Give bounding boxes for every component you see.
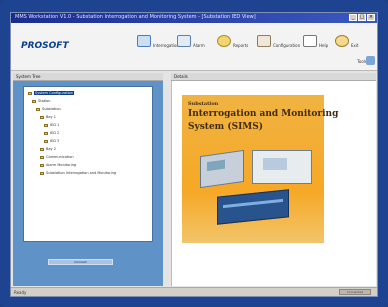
right-panel: Substation Interrogation and Monitoring … bbox=[171, 81, 376, 286]
folder-icon bbox=[40, 163, 44, 167]
tree-item-label: IED 2 bbox=[50, 131, 60, 135]
ied-device-image bbox=[200, 149, 244, 189]
sims-poster: Substation Interrogation and Monitoring … bbox=[182, 95, 338, 243]
toolbar-item-alarm[interactable]: Alarm bbox=[177, 35, 205, 48]
title-bar: MMS Workstation V1.0 - Substation Interr… bbox=[11, 13, 377, 23]
folder-icon bbox=[40, 115, 44, 119]
alarm-icon bbox=[177, 35, 191, 47]
device-icon bbox=[44, 139, 48, 143]
folder-icon bbox=[32, 99, 36, 103]
tree-item-label: Bay 1 bbox=[46, 115, 56, 119]
left-panel-header: System Tree bbox=[13, 73, 163, 81]
status-text-left: Ready bbox=[14, 290, 27, 295]
tree-item-communication[interactable]: Communication bbox=[40, 155, 74, 159]
computer-screen bbox=[263, 158, 287, 170]
tree-item-label: System Configuration bbox=[34, 91, 74, 95]
app-logo: PROSOFT bbox=[21, 41, 69, 51]
tree-item-label: Station bbox=[38, 99, 51, 103]
tree-item-system-configuration[interactable]: System Configuration bbox=[28, 91, 74, 95]
close-button[interactable]: × bbox=[367, 14, 375, 21]
toolbar-label: Interrogation bbox=[153, 43, 179, 48]
connect-button[interactable]: Connect bbox=[48, 259, 113, 265]
tree-item-label: IED 1 bbox=[50, 123, 60, 127]
report-icon bbox=[217, 35, 231, 47]
tree-item-label: Substation Interrogation and Monitoring bbox=[46, 171, 117, 175]
folder-icon bbox=[40, 155, 44, 159]
computer-device-image bbox=[252, 150, 312, 184]
device-strip bbox=[223, 198, 283, 209]
tree-item-label: Substation bbox=[42, 107, 61, 111]
toolbar-label: Reports bbox=[233, 43, 249, 48]
outer-frame: MMS Workstation V1.0 - Substation Interr… bbox=[0, 0, 388, 307]
maximize-button[interactable]: □ bbox=[358, 14, 366, 21]
tree-item-ied-3[interactable]: IED 3 bbox=[44, 139, 59, 143]
tree-item-substation[interactable]: Substation bbox=[36, 107, 61, 111]
tree-item-label: Communication bbox=[46, 155, 74, 159]
window-title: MMS Workstation V1.0 - Substation Interr… bbox=[15, 14, 256, 20]
folder-icon bbox=[28, 91, 32, 95]
toolbar-item-configuration[interactable]: Configuration bbox=[257, 35, 300, 48]
right-panel-header: Details bbox=[171, 73, 376, 81]
status-text-right: Connected bbox=[339, 289, 371, 295]
exit-icon bbox=[335, 35, 349, 47]
tree-item-alarm-monitoring[interactable]: Alarm Monitoring bbox=[40, 163, 76, 167]
toolbar-item-help[interactable]: Help bbox=[303, 35, 328, 48]
tree-item-bay-2[interactable]: Bay 2 bbox=[40, 147, 56, 151]
tree-item-ied-2[interactable]: IED 2 bbox=[44, 131, 59, 135]
folder-icon bbox=[40, 147, 44, 151]
monitor-icon bbox=[137, 35, 151, 47]
toolbar-label: Help bbox=[319, 43, 329, 48]
tree-item-label: Alarm Monitoring bbox=[46, 163, 77, 167]
toolbar-label: Exit bbox=[351, 43, 359, 48]
tree-item-label: Bay 2 bbox=[46, 147, 56, 151]
application-window: MMS Workstation V1.0 - Substation Interr… bbox=[10, 12, 378, 297]
toolbar-item-exit[interactable]: Exit bbox=[335, 35, 359, 48]
main-toolbar: PROSOFT Interrogation Alarm Reports Conf… bbox=[11, 23, 377, 71]
config-icon bbox=[257, 35, 271, 47]
toolbar-item-reports[interactable]: Reports bbox=[217, 35, 248, 48]
folder-icon bbox=[36, 107, 40, 111]
device-screen bbox=[207, 159, 225, 172]
tree-item-bay-1[interactable]: Bay 1 bbox=[40, 115, 56, 119]
toolbar-label: Alarm bbox=[193, 43, 205, 48]
left-panel: System Configuration Station Substation … bbox=[13, 81, 163, 286]
device-icon bbox=[44, 123, 48, 127]
status-bar: Ready Connected bbox=[11, 287, 377, 296]
tree-item-ied-1[interactable]: IED 1 bbox=[44, 123, 59, 127]
system-tree: System Configuration Station Substation … bbox=[23, 86, 153, 242]
poster-line-3: System (SIMS) bbox=[188, 122, 264, 132]
tree-item-interrogation-monitoring[interactable]: Substation Interrogation and Monitoring bbox=[40, 171, 116, 175]
help-icon bbox=[303, 35, 317, 47]
poster-line-2: Interrogation and Monitoring bbox=[188, 109, 339, 119]
window-controls: _ □ × bbox=[349, 14, 375, 21]
toolbar-label: Configuration bbox=[273, 43, 301, 48]
toolbar-item-interrogation[interactable]: Interrogation bbox=[137, 35, 179, 48]
tools-icon[interactable] bbox=[366, 56, 375, 65]
relay-device-image bbox=[217, 189, 289, 225]
device-icon bbox=[44, 131, 48, 135]
folder-icon bbox=[40, 171, 44, 175]
tree-item-label: IED 3 bbox=[50, 139, 60, 143]
poster-line-1: Substation bbox=[188, 101, 219, 107]
minimize-button[interactable]: _ bbox=[349, 14, 357, 21]
tree-item-station[interactable]: Station bbox=[32, 99, 50, 103]
